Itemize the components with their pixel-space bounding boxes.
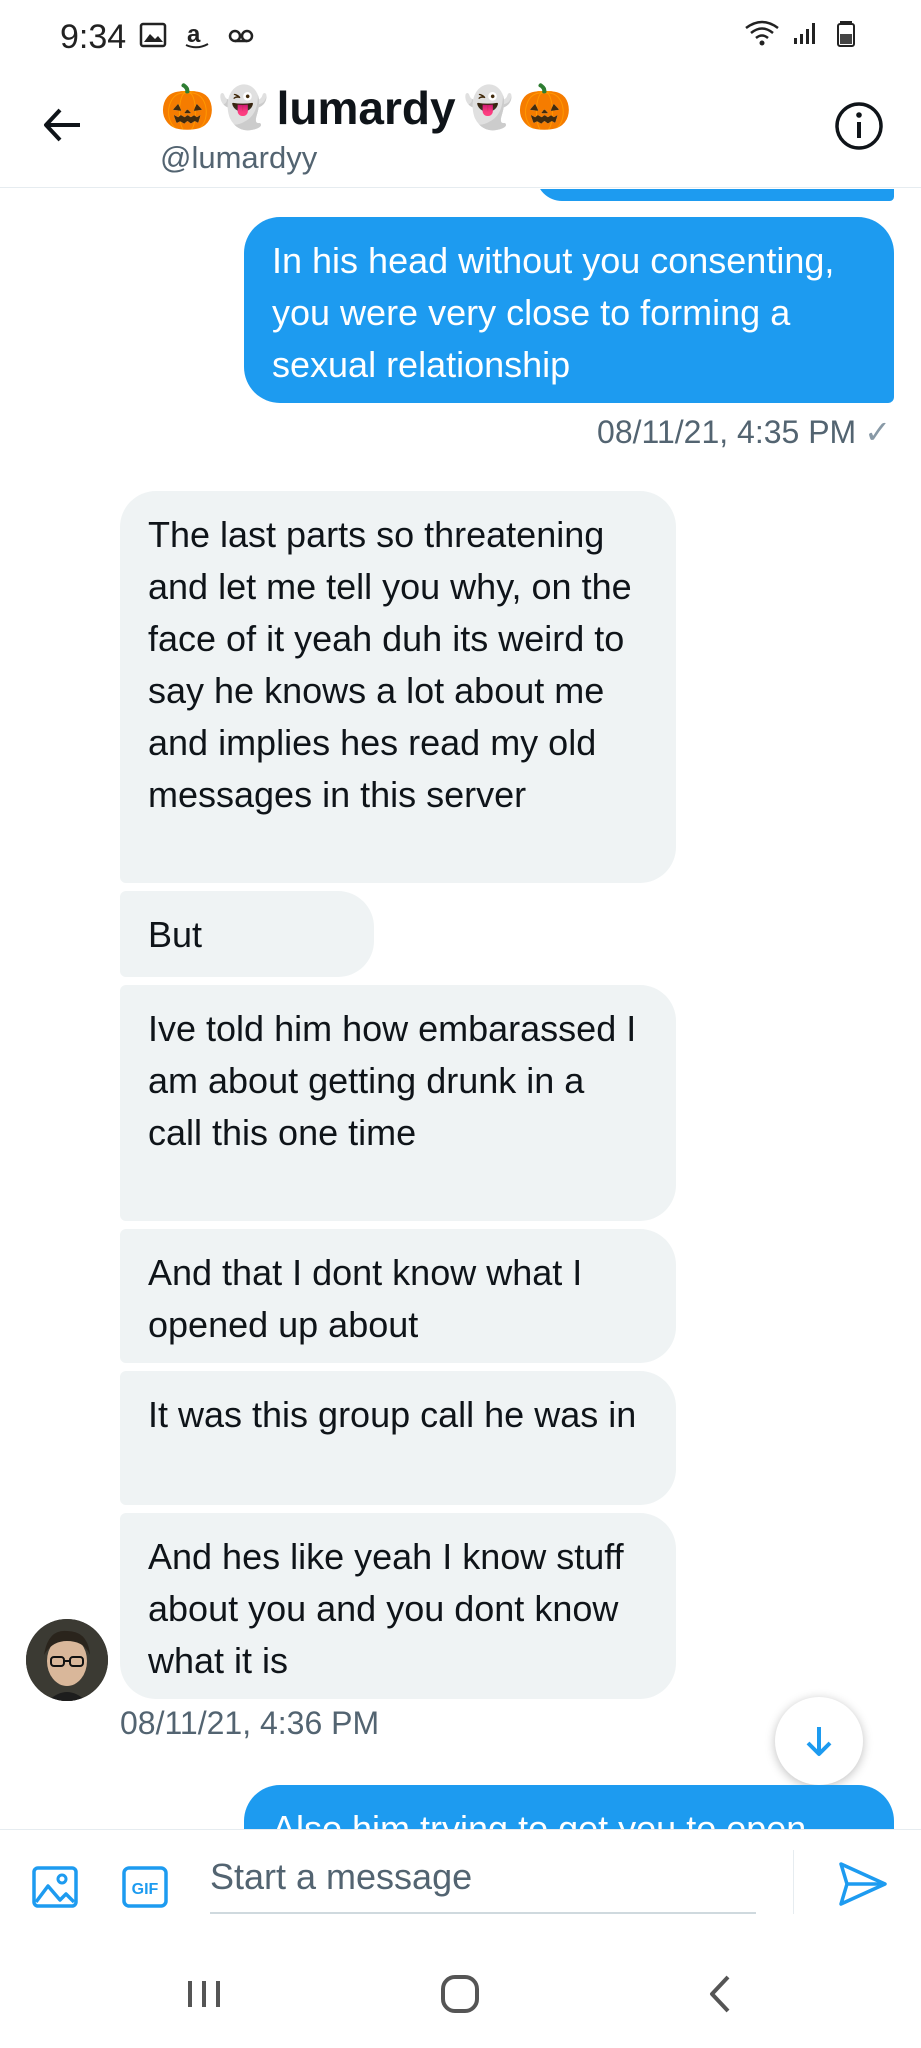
ghost-emoji-icon: 👻 [463,86,514,130]
display-name: lumardy [276,82,456,134]
svg-text:a: a [187,21,201,48]
status-icons-left: a [138,20,256,50]
arrow-left-icon[interactable] [38,100,88,150]
signal-icon [794,23,815,44]
scroll-to-bottom-button[interactable] [775,1697,863,1785]
composer-divider [793,1850,794,1914]
message-bubble-incoming[interactable]: Ive told him how embarassed I am about g… [120,985,676,1221]
info-icon[interactable] [833,100,885,152]
message-timestamp: 08/11/21, 4:35 PM ✓ [597,413,891,451]
gif-icon[interactable]: GIF [120,1862,170,1912]
avatar[interactable] [26,1619,108,1701]
message-bubble-incoming[interactable]: The last parts so threatening and let me… [120,491,676,883]
message-composer: GIF [0,1829,921,1939]
status-time: 9:34 [60,18,127,56]
back-icon[interactable] [690,1969,750,2019]
message-input-wrapper [210,1842,756,1914]
message-bubble-outgoing[interactable]: Also him trying to get you to open [244,1785,894,1829]
gif-label: GIF [132,1881,159,1898]
message-input[interactable] [210,1842,756,1912]
conversation-header: 🎃 👻 lumardy 👻 🎃 @lumardyy [0,72,921,188]
message-bubble-incoming[interactable]: It was this group call he was in [120,1371,676,1505]
wifi-icon [745,20,779,46]
sent-check-icon: ✓ [864,414,891,450]
gallery-icon [139,22,167,48]
message-bubble-outgoing[interactable]: In his head without you consenting, you … [244,217,894,403]
timestamp-text: 08/11/21, 4:35 PM [597,414,857,450]
status-icons-right [743,18,861,48]
message-list[interactable]: In his head without you consenting, you … [0,189,921,1829]
amazon-icon: a [185,21,209,49]
message-timestamp: 08/11/21, 4:36 PM [120,1705,380,1741]
user-handle: @lumardyy [160,140,318,175]
ghost-emoji-icon: 👻 [218,86,269,130]
message-bubble-outgoing[interactable] [536,189,894,201]
battery-icon [837,21,855,47]
message-bubble-incoming[interactable]: But [120,891,374,977]
pumpkin-emoji-icon: 🎃 [517,83,573,132]
pumpkin-emoji-icon: 🎃 [160,83,215,132]
message-bubble-incoming[interactable]: And that I dont know what I opened up ab… [120,1229,676,1363]
recent-apps-icon[interactable] [174,1969,234,2019]
arrow-down-icon [806,1727,832,1756]
message-bubble-incoming[interactable]: And hes like yeah I know stuff about you… [120,1513,676,1699]
conversation-title[interactable]: 🎃 👻 lumardy 👻 🎃 @lumardyy [160,78,572,176]
send-icon[interactable] [835,1856,891,1912]
image-icon[interactable] [30,1862,80,1912]
status-bar: 9:34 a [0,0,921,72]
avatar-image [26,1619,108,1701]
system-nav-bar [0,1939,921,2048]
voicemail-icon [228,29,254,43]
home-icon[interactable] [430,1969,490,2019]
